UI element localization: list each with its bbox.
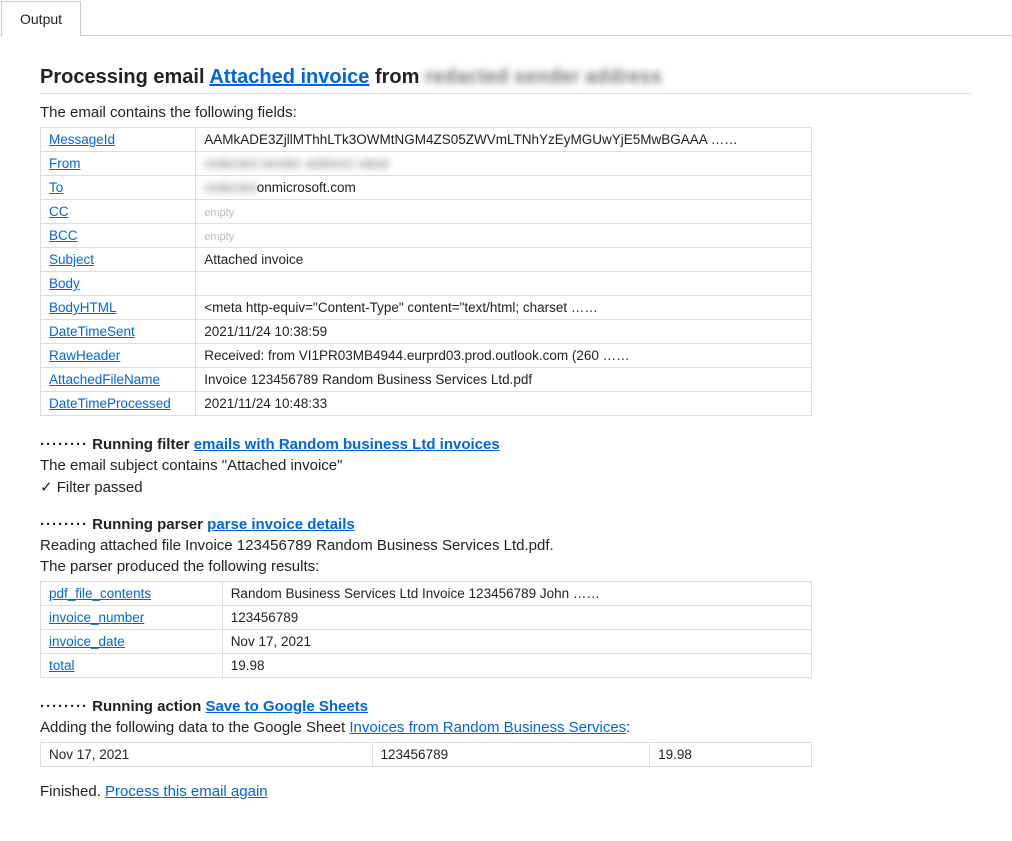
title-email-link[interactable]: Attached invoice: [209, 66, 369, 88]
field-key-link[interactable]: pdf_file_contents: [49, 586, 151, 601]
field-key-link[interactable]: MessageId: [49, 132, 115, 147]
action-cell-date: Nov 17, 2021: [41, 743, 373, 767]
field-value: empty: [196, 224, 812, 248]
field-value: 19.98: [222, 654, 811, 678]
title-prefix: Processing email: [40, 66, 209, 88]
field-value: Random Business Services Ltd Invoice 123…: [222, 582, 811, 606]
filter-passed: ✓ Filter passed: [40, 478, 972, 496]
title-divider: [40, 93, 972, 94]
field-key-link[interactable]: invoice_number: [49, 610, 144, 625]
field-value: 2021/11/24 10:38:59: [196, 320, 812, 344]
field-value: Received: from VI1PR03MB4944.eurprd03.pr…: [196, 344, 812, 368]
parser-line2: The parser produced the following result…: [40, 558, 972, 575]
field-value: Invoice 123456789 Random Business Servic…: [196, 368, 812, 392]
parser-link[interactable]: parse invoice details: [207, 516, 355, 533]
field-value: Attached invoice: [196, 248, 812, 272]
output-content: Processing email Attached invoice from r…: [0, 36, 1012, 835]
table-row: BCC empty: [41, 224, 812, 248]
action-heading: ········ Running action Save to Google S…: [40, 698, 972, 715]
parser-line1: Reading attached file Invoice 123456789 …: [40, 537, 972, 554]
table-row: AttachedFileName Invoice 123456789 Random…: [41, 368, 812, 392]
field-value: [196, 272, 812, 296]
table-row: From redacted sender address value: [41, 152, 812, 176]
action-line1-post: :: [626, 719, 630, 736]
field-value: AAMkADE3ZjllMThhLTk3OWMtNGM4ZS05ZWVmLTNh…: [196, 128, 812, 152]
table-row: MessageId AAMkADE3ZjllMThhLTk3OWMtNGM4ZS0…: [41, 128, 812, 152]
filter-line1: The email subject contains "Attached inv…: [40, 457, 972, 474]
action-line1: Adding the following data to the Google …: [40, 719, 972, 736]
parser-heading: ········ Running parser parse invoice de…: [40, 516, 972, 533]
field-key-link[interactable]: total: [49, 658, 75, 673]
table-row: BodyHTML <meta http-equiv="Content-Type" …: [41, 296, 812, 320]
fields-intro: The email contains the following fields:: [40, 104, 972, 121]
action-sheet-link[interactable]: Invoices from Random Business Services: [349, 719, 626, 736]
empty-value: empty: [204, 231, 234, 243]
table-row: To redactedonmicrosoft.com: [41, 176, 812, 200]
table-row: pdf_file_contents Random Business Service…: [41, 582, 812, 606]
finished-text: Finished.: [40, 783, 105, 800]
blurred-text: redacted: [204, 180, 257, 195]
table-row: DateTimeProcessed 2021/11/24 10:48:33: [41, 392, 812, 416]
field-value: Nov 17, 2021: [222, 630, 811, 654]
parser-results-table: pdf_file_contents Random Business Service…: [40, 581, 812, 678]
field-key-link[interactable]: RawHeader: [49, 348, 120, 363]
table-row: RawHeader Received: from VI1PR03MB4944.eu…: [41, 344, 812, 368]
filter-label: Running filter: [92, 436, 194, 453]
field-key-link[interactable]: invoice_date: [49, 634, 125, 649]
field-value: redacted sender address value: [196, 152, 812, 176]
field-key-link[interactable]: DateTimeProcessed: [49, 396, 171, 411]
table-row: Subject Attached invoice: [41, 248, 812, 272]
title-mid: from: [369, 66, 425, 88]
field-key-link[interactable]: DateTimeSent: [49, 324, 135, 339]
tab-bar: Output: [0, 0, 1012, 36]
action-label: Running action: [92, 698, 205, 715]
process-again-link[interactable]: Process this email again: [105, 783, 268, 800]
table-row: CC empty: [41, 200, 812, 224]
filter-heading: ········ Running filter emails with Rand…: [40, 436, 972, 453]
field-key-link[interactable]: BCC: [49, 228, 78, 243]
field-key-link[interactable]: Subject: [49, 252, 94, 267]
empty-value: empty: [204, 207, 234, 219]
title-sender-blurred: redacted sender address: [425, 66, 662, 88]
parser-dots: ········: [40, 516, 88, 533]
table-row: Nov 17, 2021 123456789 19.98: [41, 743, 812, 767]
field-key-link[interactable]: AttachedFileName: [49, 372, 160, 387]
field-key-link[interactable]: Body: [49, 276, 80, 291]
blurred-text: redacted sender address value: [204, 156, 389, 171]
field-value: <meta http-equiv="Content-Type" content=…: [196, 296, 812, 320]
field-key-link[interactable]: To: [49, 180, 63, 195]
table-row: invoice_date Nov 17, 2021: [41, 630, 812, 654]
field-value: 2021/11/24 10:48:33: [196, 392, 812, 416]
table-row: DateTimeSent 2021/11/24 10:38:59: [41, 320, 812, 344]
filter-dots: ········: [40, 436, 88, 453]
field-key-link[interactable]: From: [49, 156, 81, 171]
action-data-table: Nov 17, 2021 123456789 19.98: [40, 742, 812, 767]
action-link[interactable]: Save to Google Sheets: [205, 698, 368, 715]
tab-output[interactable]: Output: [1, 1, 81, 36]
field-value: 123456789: [222, 606, 811, 630]
action-cell-invoice: 123456789: [372, 743, 650, 767]
action-cell-total: 19.98: [650, 743, 812, 767]
field-key-link[interactable]: BodyHTML: [49, 300, 117, 315]
page-title: Processing email Attached invoice from r…: [40, 66, 972, 89]
filter-link[interactable]: emails with Random business Ltd invoices: [194, 436, 500, 453]
field-key-link[interactable]: CC: [49, 204, 69, 219]
table-row: total 19.98: [41, 654, 812, 678]
field-value: redactedonmicrosoft.com: [196, 176, 812, 200]
field-value: empty: [196, 200, 812, 224]
finished-line: Finished. Process this email again: [40, 783, 972, 800]
table-row: Body: [41, 272, 812, 296]
table-row: invoice_number 123456789: [41, 606, 812, 630]
action-dots: ········: [40, 698, 88, 715]
parser-label: Running parser: [92, 516, 207, 533]
email-fields-table: MessageId AAMkADE3ZjllMThhLTk3OWMtNGM4ZS0…: [40, 127, 812, 416]
action-line1-pre: Adding the following data to the Google …: [40, 719, 349, 736]
